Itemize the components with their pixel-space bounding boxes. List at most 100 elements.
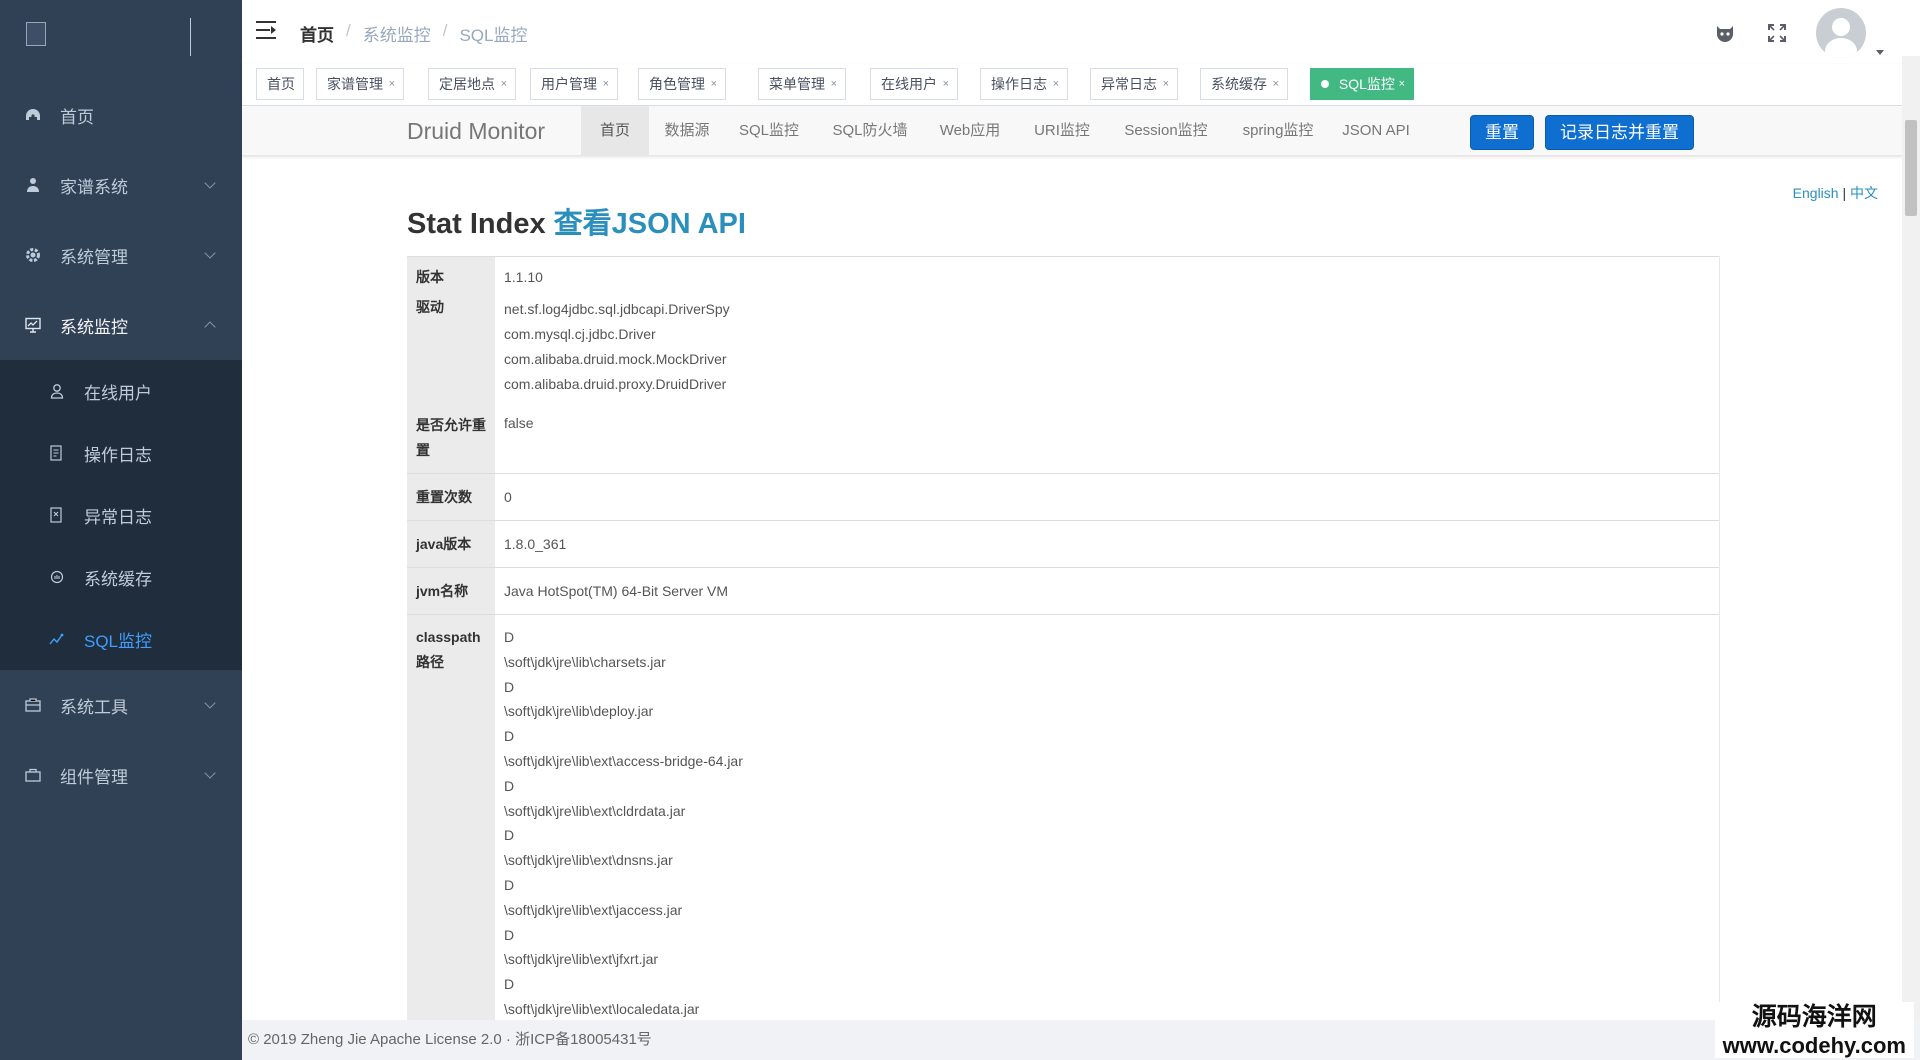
driver-item: com.alibaba.druid.proxy.DruidDriver	[504, 376, 727, 392]
sidebar: 首页 家谱系统 系统管理 系统监控 在线用户 操作日志 异常日志 系统缓存 SQ…	[0, 0, 242, 1060]
caret-down-icon[interactable]	[1876, 49, 1884, 55]
tag-label: 操作日志	[991, 76, 1047, 92]
classpath-item: \soft\jdk\jre\lib\ext\jfxrt.jar	[504, 951, 659, 968]
lang-separator: |	[1842, 185, 1847, 201]
tag-family-management[interactable]: 家谱管理 ×	[316, 68, 404, 100]
reset-button[interactable]: 重置	[1470, 115, 1534, 150]
sidebar-item-error-log[interactable]: 异常日志	[0, 484, 242, 546]
sidebar-item-operation-log[interactable]: 操作日志	[0, 422, 242, 484]
reset-count-value: 0	[495, 473, 1720, 521]
sidebar-item-system-cache[interactable]: 系统缓存	[0, 546, 242, 608]
classpath-value: D \soft\jdk\jre\lib\charsets.jar D \soft…	[495, 613, 1720, 1020]
druid-nav-datasource[interactable]: 数据源	[657, 106, 717, 156]
tag-label: 角色管理	[649, 76, 705, 92]
druid-nav-session-monitor[interactable]: Session监控	[1112, 106, 1220, 156]
driver-item: com.alibaba.druid.mock.MockDriver	[504, 351, 727, 367]
tag-role-management[interactable]: 角色管理 ×	[638, 68, 726, 100]
druid-nav-web-app[interactable]: Web应用	[930, 106, 1010, 156]
driver-item: com.mysql.cj.jdbc.Driver	[504, 326, 656, 342]
druid-brand[interactable]: Druid Monitor	[407, 118, 545, 145]
tag-label: 在线用户	[881, 76, 937, 92]
sidebar-item-family-tree[interactable]: 家谱系统	[0, 150, 242, 220]
version-value: 1.1.10	[495, 256, 1720, 297]
reset-enable-label: 是否允许重置	[407, 407, 495, 474]
tag-error-log[interactable]: 异常日志 ×	[1090, 68, 1178, 100]
tag-label: 用户管理	[541, 76, 597, 92]
classpath-item: D	[504, 728, 515, 745]
close-icon[interactable]: ×	[1399, 69, 1405, 99]
scrollbar-thumb[interactable]	[1905, 120, 1917, 216]
footer: © 2019 Zheng Jie Apache License 2.0 · 浙I…	[242, 1020, 1902, 1060]
log-and-reset-button[interactable]: 记录日志并重置	[1545, 115, 1694, 150]
sidebar-item-system-monitor[interactable]: 系统监控	[0, 290, 242, 360]
reset-count-label: 重置次数	[407, 473, 495, 521]
sidebar-item-label: 系统缓存	[84, 569, 152, 589]
breadcrumb-separator: /	[346, 21, 351, 40]
logo-divider	[190, 18, 191, 56]
close-icon[interactable]: ×	[943, 69, 949, 99]
tag-settlement-location[interactable]: 定居地点 ×	[428, 68, 516, 100]
classpath-item: \soft\jdk\jre\lib\ext\access-bridge-64.j…	[504, 752, 743, 769]
tag-label: 家谱管理	[327, 76, 383, 92]
sidebar-item-system-management[interactable]: 系统管理	[0, 220, 242, 290]
classpath-item: D	[504, 678, 515, 695]
sidebar-item-home[interactable]: 首页	[0, 80, 242, 150]
sidebar-item-components[interactable]: 组件管理	[0, 740, 242, 810]
sidebar-item-online-users[interactable]: 在线用户	[0, 360, 242, 422]
classpath-item: \soft\jdk\jre\lib\charsets.jar	[504, 653, 666, 670]
tag-user-management[interactable]: 用户管理 ×	[530, 68, 618, 100]
lang-chinese-link[interactable]: 中文	[1850, 185, 1878, 201]
druid-nav-uri-monitor[interactable]: URI监控	[1022, 106, 1102, 156]
close-icon[interactable]: ×	[831, 69, 837, 99]
version-label: 版本	[407, 256, 495, 297]
tag-label: SQL监控	[1338, 76, 1395, 92]
tag-operation-log[interactable]: 操作日志 ×	[980, 68, 1068, 100]
dashboard-icon	[24, 106, 42, 124]
driver-item: net.sf.log4jdbc.sql.jdbcapi.DriverSpy	[504, 301, 730, 317]
tag-system-cache[interactable]: 系统缓存 ×	[1200, 68, 1288, 100]
page-scrollbar[interactable]	[1902, 56, 1920, 1020]
classpath-label: classpath路径	[407, 613, 495, 1020]
druid-nav-sql-firewall[interactable]: SQL防火墙	[822, 106, 918, 156]
avatar[interactable]	[1816, 8, 1866, 58]
tag-online-users[interactable]: 在线用户 ×	[870, 68, 958, 100]
tag-menu-management[interactable]: 菜单管理 ×	[758, 68, 846, 100]
close-icon[interactable]: ×	[1163, 69, 1169, 99]
druid-nav-json-api[interactable]: JSON API	[1336, 106, 1416, 156]
close-icon[interactable]: ×	[1273, 69, 1279, 99]
close-icon[interactable]: ×	[1053, 69, 1059, 99]
submenu-system-monitor: 在线用户 操作日志 异常日志 系统缓存 SQL监控	[0, 360, 242, 670]
close-icon[interactable]: ×	[501, 69, 507, 99]
tags-view: 首页 家谱管理 × 定居地点 × 用户管理 × 角色管理 × 菜单管理 × 在线…	[242, 64, 1920, 106]
log-icon	[48, 444, 66, 462]
github-icon[interactable]	[1712, 20, 1738, 46]
sidebar-item-sql-monitor[interactable]: SQL监控	[0, 608, 242, 670]
table-row: java版本 1.8.0_361	[407, 520, 1720, 568]
tool-icon	[24, 696, 42, 714]
fullscreen-icon[interactable]	[1764, 20, 1790, 46]
close-icon[interactable]: ×	[603, 69, 609, 99]
online-user-icon	[48, 382, 66, 400]
breadcrumb-home[interactable]: 首页	[300, 21, 334, 46]
lang-english-link[interactable]: English	[1793, 185, 1839, 201]
table-row: jvm名称 Java HotSpot(TM) 64-Bit Server VM	[407, 567, 1720, 615]
json-api-link[interactable]: 查看JSON API	[554, 208, 746, 240]
sidebar-item-system-tools[interactable]: 系统工具	[0, 670, 242, 740]
logo-area	[0, 0, 242, 80]
druid-nav-sql-monitor[interactable]: SQL监控	[729, 106, 809, 156]
classpath-item: D	[504, 629, 515, 645]
hamburger-icon[interactable]	[256, 20, 278, 40]
sidebar-item-label: 首页	[60, 107, 94, 127]
druid-nav-home[interactable]: 首页	[581, 106, 649, 156]
druid-nav-spring-monitor[interactable]: spring监控	[1232, 106, 1324, 156]
close-icon[interactable]: ×	[389, 69, 395, 99]
tag-sql-monitor[interactable]: SQL监控 ×	[1310, 68, 1414, 100]
tag-label: 定居地点	[439, 76, 495, 92]
tag-home[interactable]: 首页	[256, 68, 304, 100]
watermark-line2: www.codehy.com	[1722, 1033, 1906, 1058]
close-icon[interactable]: ×	[711, 69, 717, 99]
error-log-icon	[48, 506, 66, 524]
classpath-item: \soft\jdk\jre\lib\ext\jaccess.jar	[504, 901, 683, 918]
classpath-item: \soft\jdk\jre\lib\deploy.jar	[504, 703, 654, 720]
monitor-icon	[24, 316, 42, 334]
